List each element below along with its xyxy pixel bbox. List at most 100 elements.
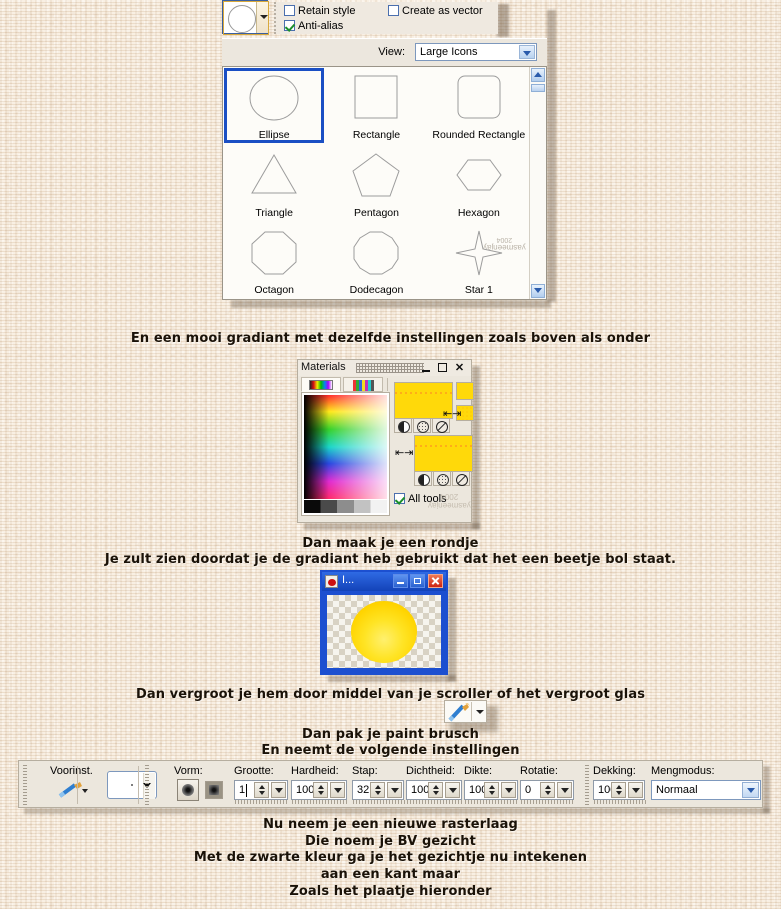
toolbar-gripper[interactable] [23,765,27,805]
materials-shadow-bottom [304,523,480,530]
shape-item-rounded-rectangle[interactable]: Rounded Rectangle [428,67,530,144]
spinner-dichtheid[interactable]: 100 [406,780,463,804]
watermark-name: yasmeenjay [428,501,471,510]
spinner-stepper-icon[interactable] [313,782,328,798]
spinner-stepper-icon[interactable] [370,782,385,798]
shape-item-star-1[interactable]: yasmeenjay 2004 Star 1 [428,222,530,299]
checkmark-icon [394,493,405,504]
shape-item-rectangle[interactable]: Rectangle [325,67,427,144]
pentagon-shape-icon [325,144,427,206]
checkbox-retain-style[interactable]: Retain style [284,5,355,17]
tab-swatches[interactable] [343,377,383,392]
shape-item-hexagon[interactable]: Hexagon [428,144,530,221]
toolbar-shadow-bottom [24,808,770,814]
spinner-stepper-icon[interactable] [484,782,499,798]
shape-item-pentagon[interactable]: Pentagon [325,144,427,221]
close-icon[interactable] [428,574,443,588]
background-null-button[interactable] [452,471,470,486]
caption-black-color: Met de zwarte kleur ga je het gezichtje … [193,850,588,865]
toolbar-gripper[interactable] [585,765,589,805]
color-half-icon [418,474,430,486]
minimize-icon[interactable] [420,362,433,374]
spinner-hardheid[interactable]: 100 [291,780,348,804]
toolbar-gripper[interactable] [145,765,149,805]
spinner-stepper-icon[interactable] [254,782,269,798]
checkbox-create-as-vector[interactable]: Create as vector [388,5,483,17]
foreground-texture-button[interactable] [413,418,431,433]
maximize-icon[interactable] [410,574,425,588]
brush-shape-square-button[interactable] [205,781,223,799]
slider-track[interactable] [353,800,405,804]
tool-options-bar: Voorinst. Vorm: Grootte: 1 Hardheid: 100 [18,760,763,808]
slider-track[interactable] [521,800,575,804]
spinner-stepper-icon[interactable] [540,782,555,798]
slider-track[interactable] [465,800,519,804]
color-picker-panel[interactable] [301,392,390,516]
view-select[interactable]: Large Icons [415,43,537,61]
tab-color-wheel[interactable] [301,377,341,392]
paintbrush-tool-button[interactable] [444,700,487,723]
foreground-solid-swatch[interactable] [456,382,474,400]
materials-titlebar[interactable]: Materials ✕ [298,360,471,376]
shape-item-ellipse[interactable]: Ellipse [223,67,325,144]
swap-materials-icon[interactable]: ⇤⇥ [395,446,413,459]
chevron-down-icon[interactable] [387,782,402,798]
image-canvas[interactable] [327,595,441,668]
close-icon[interactable]: ✕ [453,362,466,374]
view-label: View: [378,46,405,58]
chevron-down-icon[interactable] [557,782,572,798]
spinner-grootte[interactable]: 1 [234,780,289,804]
mengmodus-select[interactable]: Normaal [651,780,761,800]
minimize-icon[interactable] [393,574,408,588]
grayscale-strip[interactable] [304,500,387,513]
chevron-down-icon[interactable] [82,789,88,793]
chevron-down-icon[interactable] [742,782,759,798]
checkbox-anti-alias[interactable]: Anti-alias [284,20,343,32]
spinner-dekking[interactable]: 100 [593,780,646,804]
foreground-null-button[interactable] [432,418,450,433]
preset-picker[interactable] [107,771,157,799]
maximize-icon[interactable] [436,362,449,374]
foreground-color-button[interactable] [394,418,412,433]
spinner-dikte[interactable]: 100 [464,780,519,804]
document-icon [325,575,338,588]
drag-gripper-icon[interactable] [356,363,424,373]
slider-track[interactable] [235,800,289,804]
shape-preview-swatch[interactable] [222,0,269,35]
spinner-stap[interactable]: 32 [352,780,405,804]
caption-pick-brush: Dan pak je paint brusch [302,727,479,742]
shape-item-dodecagon[interactable]: Dodecagon [325,222,427,299]
view-select-value: Large Icons [420,46,478,58]
scroll-up-icon[interactable] [531,68,545,82]
scroll-down-icon[interactable] [531,284,545,298]
image-window-titlebar[interactable]: I... [322,572,446,591]
chevron-down-icon[interactable] [501,782,516,798]
checkbox-retain-style-label: Retain style [298,5,356,17]
shape-item-triangle[interactable]: Triangle [223,144,325,221]
field-dekking: Dekking: 100 [593,765,646,804]
color-gradient-canvas[interactable] [304,395,387,499]
chevron-down-icon[interactable] [476,710,484,714]
image-window-shadow-right [448,578,456,681]
background-texture-button[interactable] [433,471,451,486]
shape-list-scrollbar[interactable] [529,67,546,299]
scrollbar-thumb[interactable] [531,84,545,92]
slider-track[interactable] [407,800,463,804]
spinner-rotatie[interactable]: 0 [520,780,575,804]
yellow-circle-shape [351,600,417,663]
slider-track[interactable] [594,800,646,804]
slider-track[interactable] [292,800,348,804]
brush-shape-round-button[interactable] [177,779,199,801]
background-color-button[interactable] [414,471,432,486]
field-label-dekking: Dekking: [593,765,636,777]
chevron-down-icon[interactable] [330,782,345,798]
chevron-down-icon[interactable] [519,45,535,59]
spinner-stepper-icon[interactable] [428,782,443,798]
shape-label: Ellipse [258,129,290,142]
chevron-down-icon[interactable] [271,782,286,798]
spinner-stepper-icon[interactable] [611,782,626,798]
shape-item-octagon[interactable]: Octagon [223,222,325,299]
chevron-down-icon[interactable] [628,782,643,798]
chevron-down-icon[interactable] [445,782,460,798]
background-swatch[interactable] [414,435,473,472]
